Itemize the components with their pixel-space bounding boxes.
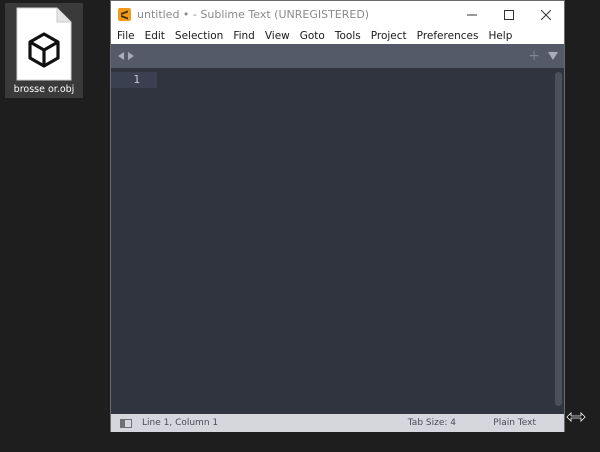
- tab-dropdown-icon[interactable]: [548, 52, 558, 60]
- menu-selection[interactable]: Selection: [175, 30, 223, 42]
- tab-size-selector[interactable]: Tab Size: 4: [408, 418, 456, 428]
- status-bar: Line 1, Column 1 Tab Size: 4 Plain Text: [111, 414, 564, 432]
- menu-project[interactable]: Project: [371, 30, 407, 42]
- desktop-file-brosse-or[interactable]: brosse or.obj: [5, 3, 83, 98]
- tab-prev-icon[interactable]: [118, 52, 125, 60]
- editor-area[interactable]: 1: [111, 68, 564, 414]
- sublime-text-icon: [118, 8, 131, 21]
- resize-cursor-icon: [566, 412, 586, 422]
- current-line-highlight: 1: [111, 72, 157, 88]
- menu-edit[interactable]: Edit: [145, 30, 165, 42]
- minimize-icon: [466, 14, 477, 15]
- maximize-icon: [503, 9, 514, 20]
- menu-find[interactable]: Find: [233, 30, 255, 42]
- close-icon: [540, 9, 551, 20]
- panel-toggle-icon[interactable]: [120, 418, 132, 428]
- window-title: untitled • - Sublime Text (UNREGISTERED): [137, 8, 370, 21]
- sublime-window: untitled • - Sublime Text (UNREGISTERED)…: [110, 0, 565, 432]
- tab-bar: +: [111, 44, 564, 68]
- menu-file[interactable]: File: [117, 30, 135, 42]
- line-number: 1: [133, 73, 140, 86]
- minimize-button[interactable]: [453, 1, 490, 28]
- menu-tools[interactable]: Tools: [335, 30, 361, 42]
- menu-help[interactable]: Help: [488, 30, 512, 42]
- cursor-position: Line 1, Column 1: [142, 418, 219, 428]
- new-tab-button[interactable]: +: [528, 48, 540, 64]
- syntax-selector[interactable]: Plain Text: [493, 418, 536, 428]
- title-bar[interactable]: untitled • - Sublime Text (UNREGISTERED): [111, 1, 564, 28]
- file-label: brosse or.obj: [13, 84, 75, 95]
- menu-bar: File Edit Selection Find View Goto Tools…: [111, 28, 564, 44]
- close-button[interactable]: [527, 1, 564, 28]
- line-gutter: 1: [111, 68, 157, 414]
- maximize-button[interactable]: [490, 1, 527, 28]
- 3d-object-file-icon: [13, 6, 75, 82]
- menu-view[interactable]: View: [265, 30, 290, 42]
- menu-goto[interactable]: Goto: [300, 30, 325, 42]
- menu-preferences[interactable]: Preferences: [417, 30, 479, 42]
- vertical-scrollbar[interactable]: [555, 72, 562, 406]
- tab-next-icon[interactable]: [126, 52, 135, 60]
